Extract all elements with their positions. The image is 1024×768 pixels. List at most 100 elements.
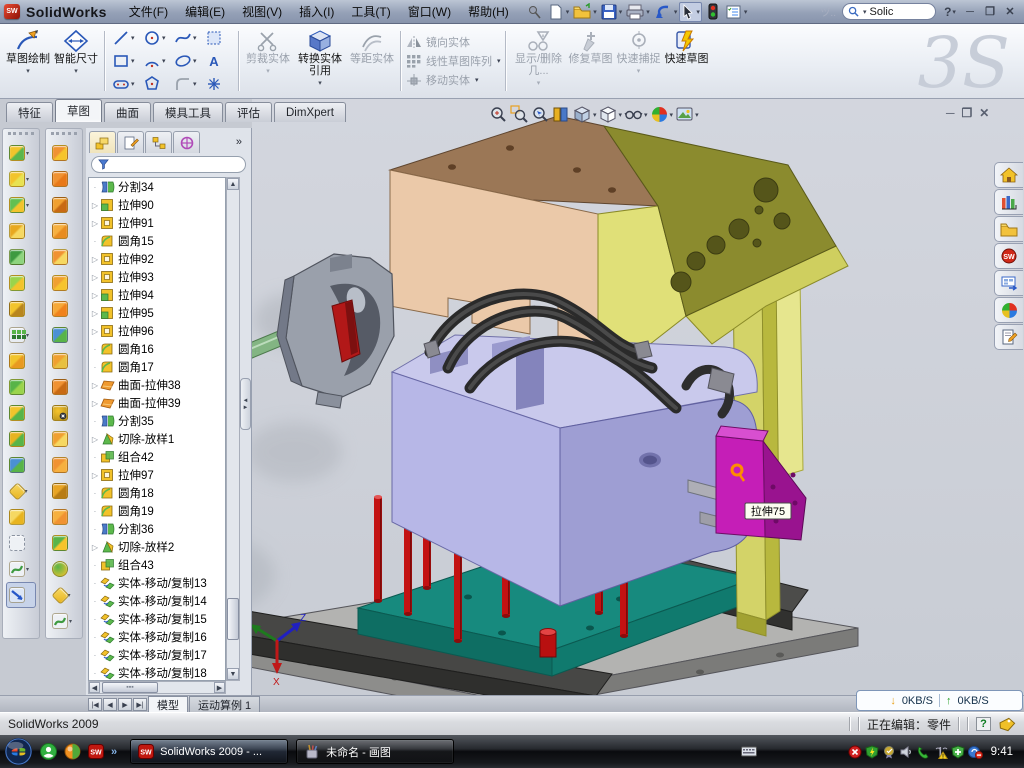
minimize-button[interactable]: ─ <box>960 3 980 20</box>
dropdown-caret-icon[interactable]: ▾ <box>193 80 197 88</box>
dropdown-caret-icon[interactable]: ▾ <box>131 57 135 65</box>
quick-tips-icon[interactable]: ? <box>976 717 991 731</box>
features-extruded-boss-button[interactable]: ▾ <box>9 140 33 166</box>
splitter-handle[interactable]: ◄► <box>240 378 251 430</box>
model-nav-first-button[interactable]: |◀ <box>88 698 102 711</box>
dropdown-caret-icon[interactable]: ▾ <box>162 57 166 65</box>
open-button[interactable]: ▾ <box>571 2 598 22</box>
sketch-tool-line[interactable]: ▾ <box>110 27 141 50</box>
surfaces-delete-face-button[interactable] <box>52 400 76 426</box>
taskbar-window-paint[interactable]: 未命名 - 画图 <box>296 739 454 764</box>
options-button[interactable]: ▾ <box>724 2 749 22</box>
expand-arrow-icon[interactable]: ▷ <box>90 471 100 480</box>
tray-keyboard-icon[interactable] <box>741 746 757 757</box>
panel-tab-property-manager[interactable] <box>117 131 144 153</box>
dropdown-caret-icon[interactable]: ▾ <box>69 618 76 625</box>
sketch-tool-slot[interactable]: ▾ <box>110 73 141 96</box>
headsup-display-style-button[interactable]: ▾ <box>599 105 623 124</box>
dropdown-caret-icon[interactable]: ▾ <box>26 566 33 573</box>
tab-曲面[interactable]: 曲面 <box>104 102 151 122</box>
dropdown-caret-icon[interactable]: ▾ <box>593 111 597 119</box>
restore-button[interactable]: ❐ <box>980 3 1000 20</box>
dropdown-caret-icon[interactable]: ▾ <box>475 76 479 84</box>
dropdown-caret-icon[interactable]: ▾ <box>644 111 648 119</box>
headsup-zoom-area-button[interactable] <box>510 105 529 124</box>
tab-特征[interactable]: 特征 <box>6 102 53 122</box>
dropdown-caret-icon[interactable]: ▾ <box>193 57 197 65</box>
cmd-镜向实体[interactable]: 镜向实体 <box>406 34 501 50</box>
taskpane-solidworks-resources-tab[interactable]: SW <box>994 243 1023 269</box>
tray-sync-blocked-icon[interactable] <box>968 745 983 759</box>
tray-security-red-icon[interactable] <box>848 745 862 759</box>
sketch-tool-region[interactable] <box>203 27 234 50</box>
cmd-快速捕捉[interactable]: 快速捕捉▾ <box>615 27 663 95</box>
features-mirror-feature-button[interactable] <box>9 374 33 400</box>
tree-item[interactable]: ▷拉伸92 <box>89 250 225 268</box>
tab-模具工具[interactable]: 模具工具 <box>153 102 223 122</box>
cmd-线性草图阵列[interactable]: 线性草图阵列▾ <box>406 53 501 69</box>
features-shell-button[interactable] <box>9 426 33 452</box>
tree-item[interactable]: ·组合42 <box>89 448 225 466</box>
features-boundary-boss-button[interactable] <box>9 270 33 296</box>
part-yoke-bracket[interactable] <box>598 126 848 352</box>
features-draft-button[interactable] <box>9 400 33 426</box>
tree-item[interactable]: ·实体-移动/复制15 <box>89 610 225 628</box>
dropdown-caret-icon[interactable]: ▾ <box>266 66 270 78</box>
tree-item[interactable]: ·圆角16 <box>89 340 225 358</box>
tab-评估[interactable]: 评估 <box>225 102 272 122</box>
surfaces-planar-surface-button[interactable] <box>52 296 76 322</box>
menu-item-5[interactable]: 工具(T) <box>343 1 398 22</box>
graphics-area[interactable]: 拉伸75 Y Z X <box>252 99 1024 695</box>
cmd-移动实体[interactable]: 移动实体▾ <box>406 72 501 88</box>
tree-filter-input[interactable] <box>91 156 246 173</box>
tray-phone-green-icon[interactable] <box>916 745 930 759</box>
select-button[interactable]: ▾ <box>679 2 702 22</box>
features-lofted-boss-button[interactable] <box>9 244 33 270</box>
tray-shield-green-icon[interactable] <box>865 745 879 759</box>
tree-item[interactable]: ·组合43 <box>89 556 225 574</box>
tree-item[interactable]: ·分割35 <box>89 412 225 430</box>
surfaces-flex-button[interactable] <box>52 140 76 166</box>
quicklaunch-solidworks-icon[interactable]: SW <box>88 744 104 759</box>
tree-item[interactable]: ▷拉伸91 <box>89 214 225 232</box>
expand-arrow-icon[interactable]: ▷ <box>90 435 100 444</box>
tree-item[interactable]: ▷拉伸94 <box>89 286 225 304</box>
surfaces-reference-geometry-button[interactable]: ▾ <box>54 582 75 608</box>
scroll-down-icon[interactable]: ▼ <box>227 668 239 680</box>
tree-item[interactable]: ·分割34 <box>89 178 225 196</box>
tree-horizontal-scrollbar[interactable]: ◀ ▪▪▪ ▶ <box>88 681 226 694</box>
quick-launch-chevron-icon[interactable]: » <box>111 746 117 758</box>
features-rib-button[interactable] <box>9 348 33 374</box>
scroll-thumb[interactable] <box>227 598 239 640</box>
rebuild-button[interactable] <box>703 2 723 22</box>
close-button[interactable]: ✕ <box>1000 3 1020 20</box>
tree-vertical-scrollbar[interactable]: ▲ ▼ <box>226 177 240 681</box>
surfaces-thicken-button[interactable] <box>52 530 76 556</box>
dropdown-caret-icon[interactable]: ▾ <box>162 34 166 42</box>
sketch-tool-rectangle[interactable]: ▾ <box>110 50 141 73</box>
cmd-快速草图[interactable]: 快速草图 <box>663 27 711 95</box>
part-red-cylinder[interactable] <box>540 629 556 658</box>
toolbar-grip[interactable] <box>8 132 34 137</box>
tree-item[interactable]: ·分割36 <box>89 520 225 538</box>
dropdown-caret-icon[interactable]: ▾ <box>26 66 30 78</box>
tab-草图[interactable]: 草图 <box>55 99 102 122</box>
quicklaunch-color-ball-icon[interactable] <box>64 743 81 760</box>
search-caret-icon[interactable]: ▾ <box>863 8 867 16</box>
cmd-智能尺寸[interactable]: 智能尺寸▾ <box>52 27 100 95</box>
dropdown-caret-icon[interactable]: ▾ <box>193 34 197 42</box>
features-wrap-button[interactable] <box>9 296 33 322</box>
sketch-tool-sfillet[interactable]: ▾ <box>172 73 203 96</box>
dropdown-caret-icon[interactable]: ▾ <box>497 57 501 65</box>
scroll-up-icon[interactable]: ▲ <box>227 178 239 190</box>
dropdown-caret-icon[interactable]: ▾ <box>318 78 322 90</box>
sketch-tool-polygon[interactable] <box>141 73 172 96</box>
search-input[interactable]: Solic <box>870 6 894 18</box>
model-nav-next-button[interactable]: ▶ <box>118 698 132 711</box>
dropdown-caret-icon[interactable]: ▾ <box>131 80 135 88</box>
new-document-button[interactable]: ▾ <box>546 2 571 22</box>
print-button[interactable]: ▾ <box>624 2 651 22</box>
search-box[interactable]: ▾ Solic <box>842 3 936 20</box>
surfaces-revolved-surface-button[interactable] <box>52 166 76 192</box>
expand-arrow-icon[interactable]: ▷ <box>90 327 100 336</box>
